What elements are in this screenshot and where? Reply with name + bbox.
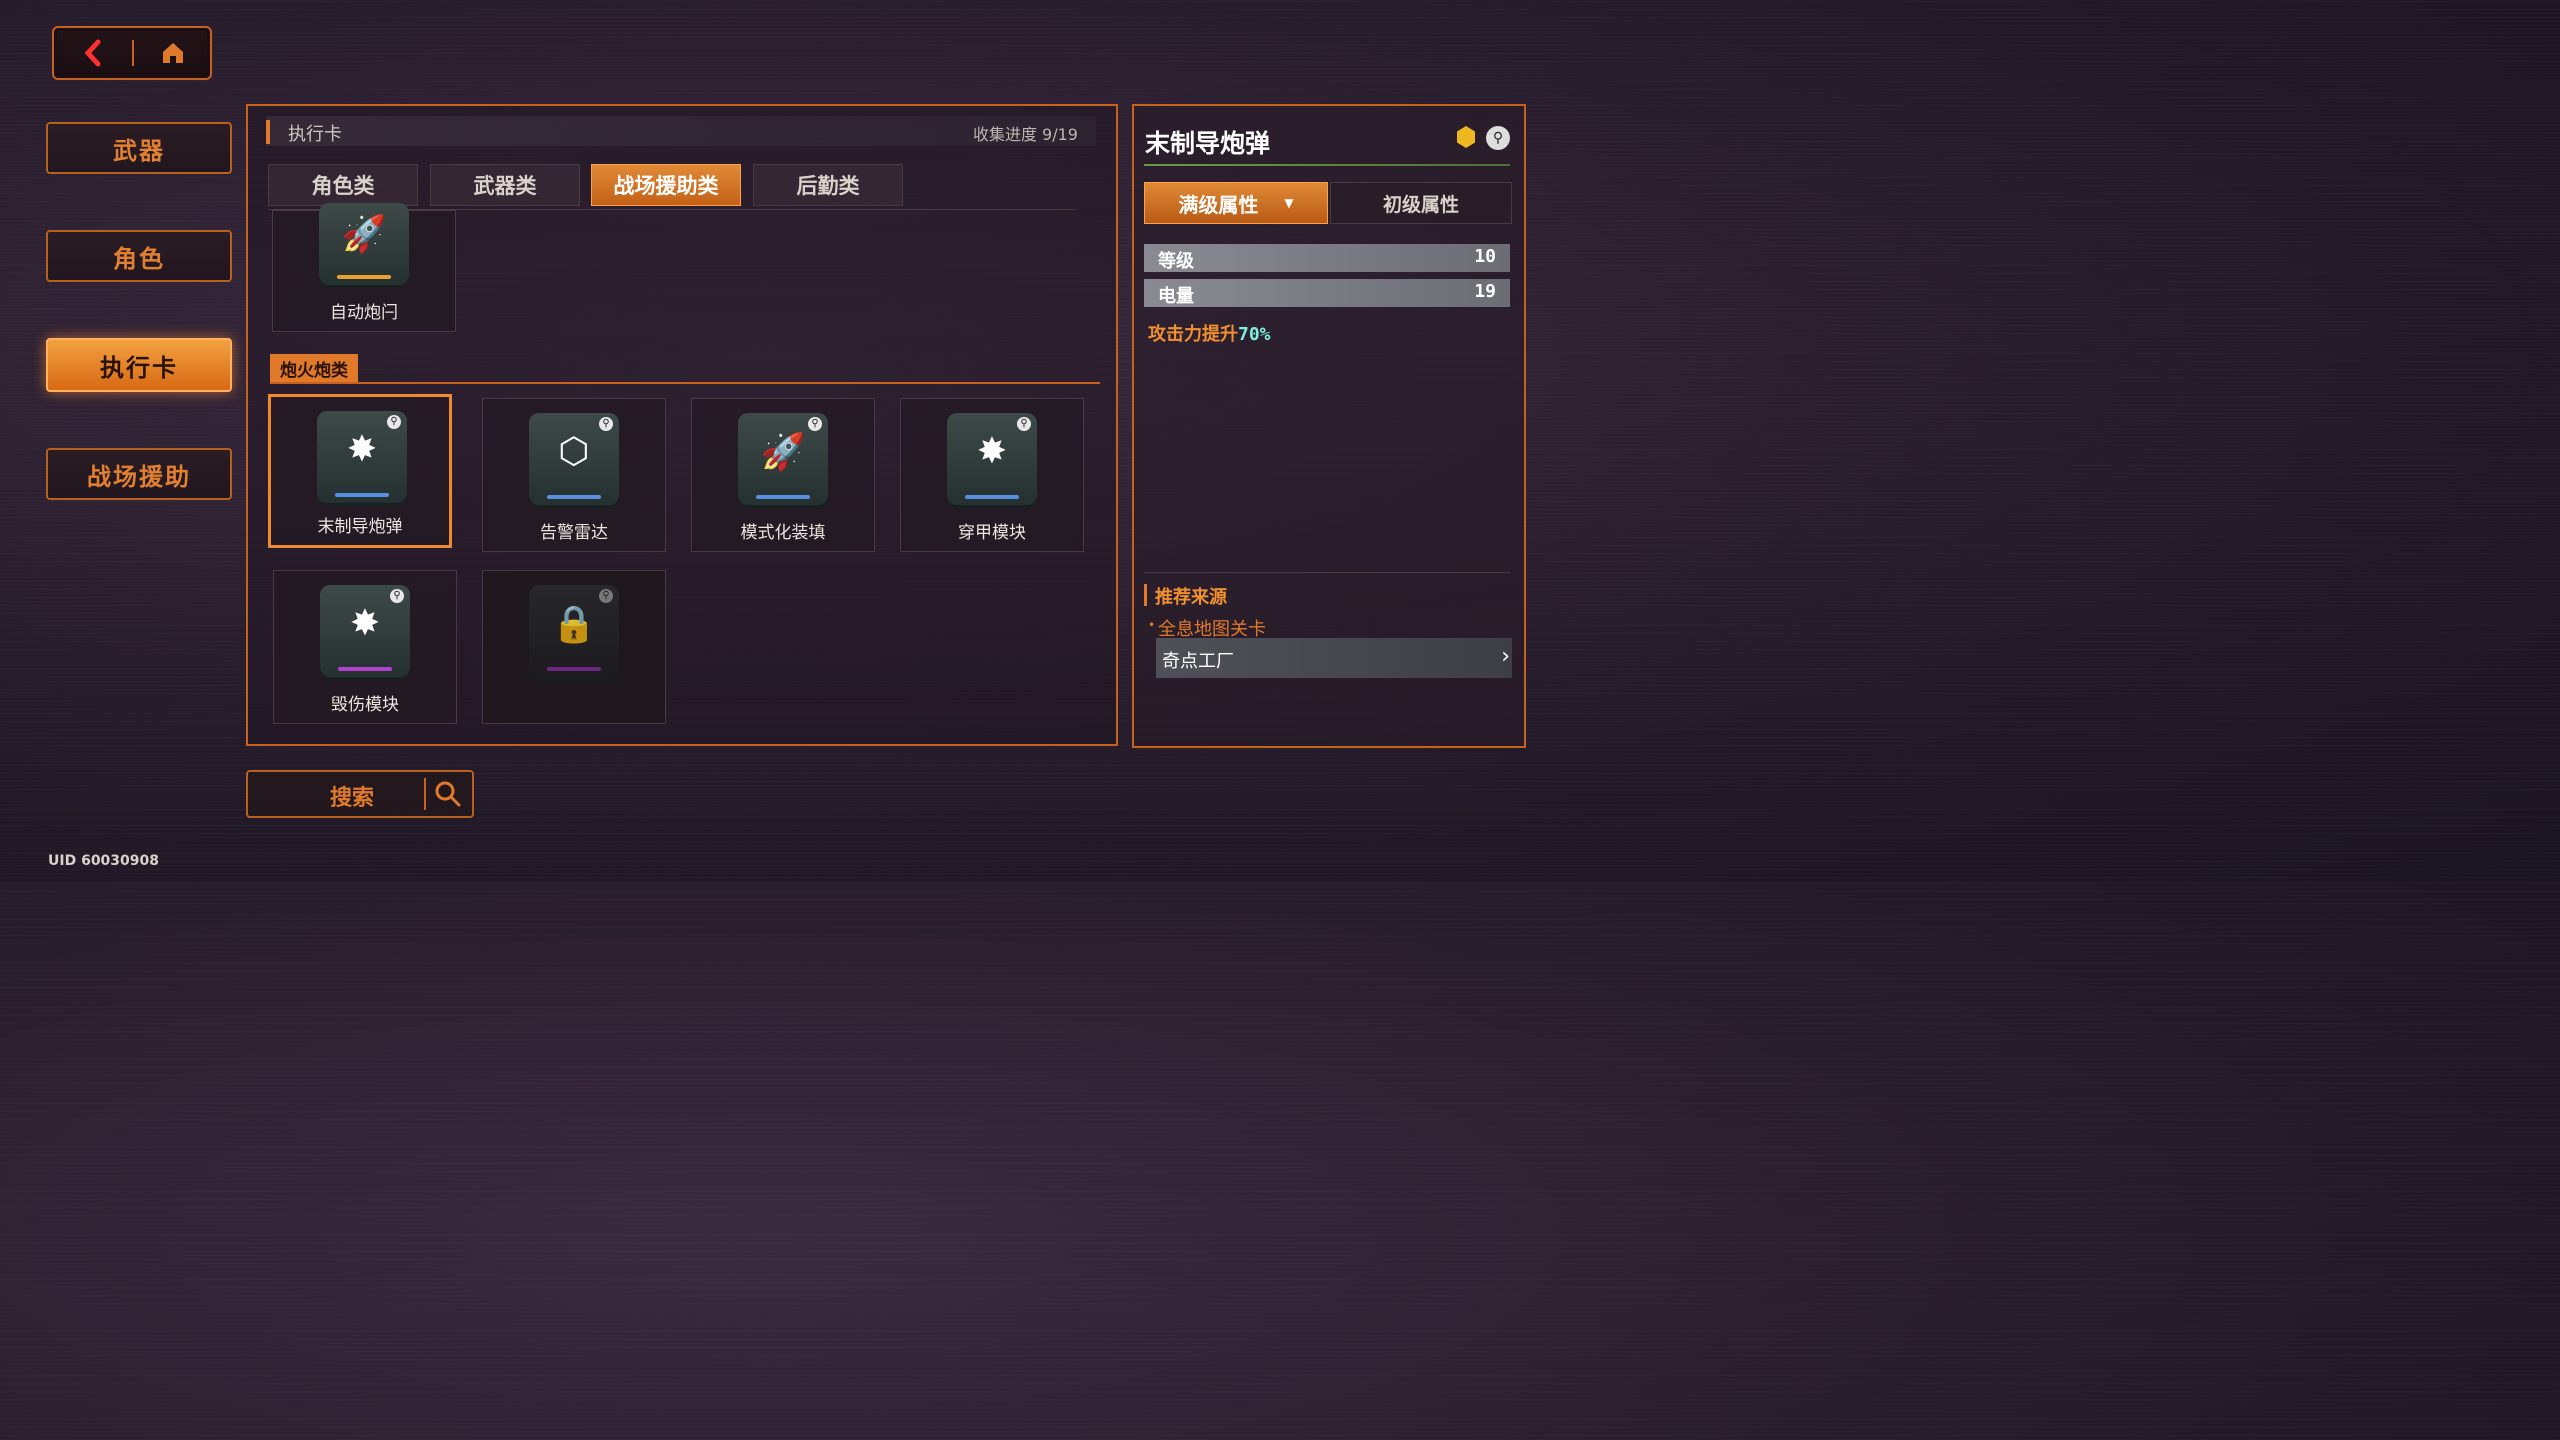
- pin-icon: ⚲: [808, 417, 822, 431]
- tab-logistics[interactable]: 后勤类: [753, 164, 903, 206]
- artillery-icon: ✸: [349, 603, 381, 644]
- pin-icon: ⚲: [1017, 417, 1031, 431]
- source-title: 推荐来源: [1155, 587, 1227, 608]
- search-bar[interactable]: 搜索: [246, 770, 474, 818]
- detail-title: 末制导炮弹: [1145, 129, 1271, 158]
- effect-text: 攻击力提升70%: [1148, 320, 1271, 346]
- pin-icon[interactable]: ⚲: [1486, 126, 1510, 150]
- card-icon: ✸ ⚲: [317, 411, 407, 503]
- attribute-key: 等级: [1158, 251, 1194, 272]
- menu-weapons-label: 武器: [113, 136, 165, 165]
- title-underline: [1144, 164, 1510, 166]
- header-accent-bar: [266, 120, 270, 144]
- card-armor-piercing-module[interactable]: ✸ ⚲ 穿甲模块: [900, 398, 1084, 552]
- attribute-energy: 电量 19: [1144, 279, 1510, 307]
- tab-battlefield-support[interactable]: 战场援助类: [591, 164, 741, 206]
- user-id: UID 60030908: [48, 853, 160, 869]
- rarity-stripe: [965, 495, 1019, 499]
- section-label-text: 炮火炮类: [280, 360, 348, 381]
- attribute-level: 等级 10: [1144, 244, 1510, 272]
- tab-logistics-label: 后勤类: [796, 174, 860, 198]
- source-divider: [1144, 572, 1510, 573]
- menu-characters-label: 角色: [113, 244, 165, 273]
- card-warning-radar[interactable]: ⬡ ⚲ 告警雷达: [482, 398, 666, 552]
- card-icon: 🚀 ⚲: [738, 413, 828, 505]
- menu-battlefield-support[interactable]: 战场援助: [46, 448, 232, 500]
- card-icon: ✸ ⚲: [320, 585, 410, 677]
- rarity-stripe: [547, 495, 601, 499]
- chevron-right-icon: ›: [1501, 644, 1510, 669]
- lock-icon: 🔒: [551, 604, 597, 645]
- source-item-label: 奇点工厂: [1162, 651, 1234, 672]
- tab-character[interactable]: 角色类: [268, 164, 418, 206]
- card-name: 自动炮闩: [330, 303, 398, 323]
- card-name: 毁伤模块: [331, 695, 399, 715]
- card-name: 模式化装填: [740, 523, 826, 543]
- radar-hexagon-icon: ⬡: [558, 431, 590, 472]
- tab-weapon[interactable]: 武器类: [430, 164, 580, 206]
- card-icon: ⬡ ⚲: [529, 413, 619, 505]
- home-icon[interactable]: [160, 40, 186, 66]
- rarity-stripe: [338, 667, 392, 671]
- section-divider: [270, 382, 1100, 384]
- rarity-stripe: [756, 495, 810, 499]
- pin-icon: ⚲: [390, 589, 404, 603]
- tab-character-label: 角色类: [311, 174, 375, 198]
- card-icon: ✸ ⚲: [947, 413, 1037, 505]
- panel-title: 执行卡: [288, 124, 342, 145]
- section-label: 炮火炮类: [270, 354, 358, 382]
- tab-full-level-label: 满级属性: [1178, 192, 1259, 217]
- attribute-value: 10: [1474, 246, 1496, 267]
- top-nav: [52, 26, 212, 80]
- search-divider: [424, 778, 426, 810]
- menu-characters[interactable]: 角色: [46, 230, 232, 282]
- tab-battlefield-support-label: 战场援助类: [613, 174, 719, 198]
- artillery-icon: ✸: [346, 429, 378, 470]
- search-icon[interactable]: [434, 780, 462, 808]
- pin-icon: ⚲: [387, 415, 401, 429]
- card-icon: 🚀: [319, 203, 409, 285]
- back-arrow-icon[interactable]: [80, 38, 106, 68]
- tab-initial-label: 初级属性: [1382, 193, 1459, 216]
- tab-weapon-label: 武器类: [473, 174, 537, 198]
- card-locked[interactable]: 🔒 ⚲: [482, 570, 666, 724]
- pin-icon: ⚲: [599, 417, 613, 431]
- menu-weapons[interactable]: 武器: [46, 122, 232, 174]
- card-name: 告警雷达: [540, 523, 608, 543]
- pin-icon: ⚲: [599, 589, 613, 603]
- rarity-stripe: [335, 493, 389, 497]
- rocket-icon: 🚀: [760, 432, 806, 473]
- effect-value: 70%: [1238, 324, 1271, 345]
- card-terminal-guided-shell[interactable]: ✸ ⚲ 末制导炮弹: [268, 394, 452, 548]
- attribute-key: 电量: [1158, 286, 1194, 307]
- effect-prefix: 攻击力提升: [1148, 324, 1238, 345]
- tab-initial-attributes[interactable]: 初级属性: [1330, 182, 1512, 224]
- card-name: 末制导炮弹: [317, 517, 403, 537]
- attribute-value: 19: [1474, 281, 1496, 302]
- panel-header: 执行卡 收集进度 9/19: [266, 116, 1096, 146]
- search-button-label[interactable]: 搜索: [330, 780, 374, 812]
- card-modular-loading[interactable]: 🚀 ⚲ 模式化装填: [691, 398, 875, 552]
- collection-progress: 收集进度 9/19: [972, 125, 1078, 144]
- card-icon: 🔒 ⚲: [529, 585, 619, 677]
- menu-execution-cards[interactable]: 执行卡: [46, 338, 232, 392]
- nav-divider: [132, 40, 134, 66]
- artillery-icon: ✸: [976, 431, 1008, 472]
- tab-full-level-attributes[interactable]: 满级属性 ▼: [1144, 182, 1328, 224]
- rocket-icon: 🚀: [341, 214, 387, 255]
- menu-battlefield-support-label: 战场援助: [87, 462, 191, 491]
- source-bullet: •: [1148, 618, 1156, 632]
- rarity-stripe: [547, 667, 601, 671]
- rarity-stripe: [337, 275, 391, 279]
- card-auto-breech[interactable]: 🚀 自动炮闩: [272, 203, 456, 332]
- chevron-down-icon: ▼: [1284, 196, 1294, 210]
- card-damage-module[interactable]: ✸ ⚲ 毁伤模块: [273, 570, 457, 724]
- source-item-singularity-factory[interactable]: 奇点工厂 ›: [1156, 638, 1512, 678]
- card-name: 穿甲模块: [958, 523, 1026, 543]
- source-accent-bar: [1144, 584, 1147, 606]
- menu-execution-cards-label: 执行卡: [100, 353, 178, 382]
